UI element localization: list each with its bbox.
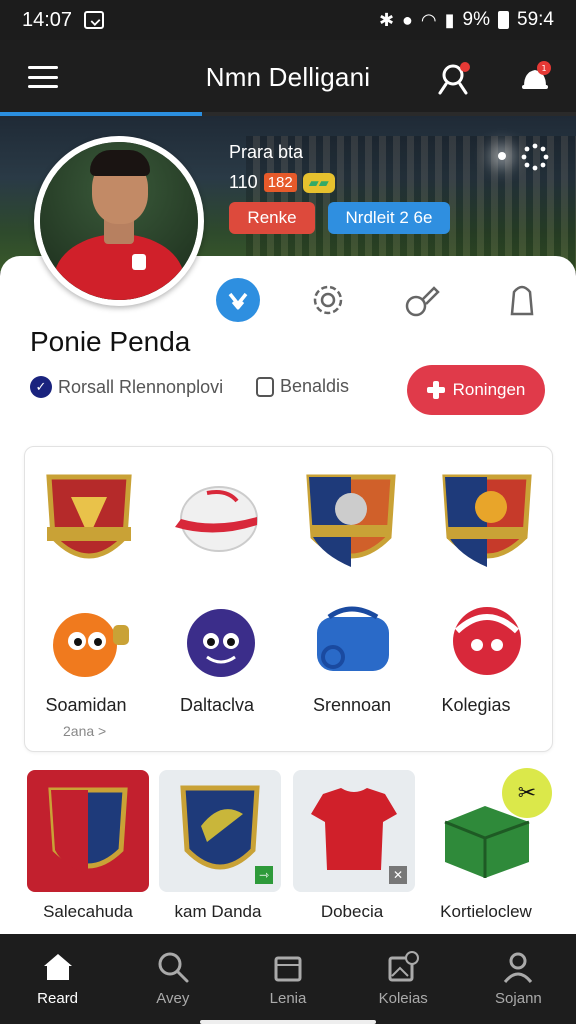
purple-mascot-item[interactable] bbox=[181, 601, 271, 681]
wifi-icon: ◠ bbox=[420, 10, 437, 30]
red-helmet-item[interactable] bbox=[445, 601, 535, 681]
tile-item[interactable]: ✕ bbox=[293, 770, 415, 892]
profile-card: Ponie Penda ✓ Rorsall Rlennonplovi Benal… bbox=[0, 256, 576, 934]
home-indicator bbox=[200, 1020, 376, 1024]
nav-collections[interactable]: Koleias bbox=[346, 934, 461, 1024]
signal-icon: ▮ bbox=[444, 10, 455, 30]
nav-label: Lenia bbox=[269, 990, 307, 1007]
person-icon bbox=[504, 952, 533, 983]
cap-item[interactable] bbox=[167, 469, 263, 577]
hero-stats: 110 182 ▰▰ bbox=[229, 172, 335, 193]
username: Ponie Penda bbox=[30, 326, 191, 357]
status-bar: 14:07 ✱ ● ◠ ▮ 9% 59:4 bbox=[0, 0, 576, 40]
lock-icon bbox=[256, 376, 274, 397]
mascot-badge-item[interactable] bbox=[439, 467, 535, 575]
verified-chip[interactable]: ✓ Rorsall Rlennonplovi bbox=[30, 376, 223, 398]
nav-label: Sojann bbox=[495, 990, 542, 1007]
hero-name: Prara bta bbox=[229, 142, 304, 162]
item-label: Kolegias bbox=[441, 695, 511, 715]
stadium-light bbox=[498, 152, 506, 160]
nav-home[interactable]: Reard bbox=[0, 934, 115, 1024]
rank-icon: ▰▰ bbox=[302, 172, 335, 193]
nav-label: Reard bbox=[37, 990, 79, 1007]
nav-library[interactable]: Lenia bbox=[230, 934, 345, 1024]
shield-download-icon[interactable] bbox=[216, 278, 260, 322]
player-avatar[interactable] bbox=[34, 136, 204, 306]
privacy-label: Benaldis bbox=[280, 376, 350, 396]
notification-icon bbox=[84, 11, 105, 29]
privacy-chip[interactable]: Benaldis bbox=[256, 376, 349, 397]
whistle-icon[interactable] bbox=[400, 278, 444, 322]
bell-icon[interactable]: 1 bbox=[518, 60, 552, 94]
data-saver-icon: ● bbox=[402, 10, 413, 30]
hero-secondary-button[interactable]: Nrdleit 2 6e bbox=[328, 202, 450, 234]
nav-label: Koleias bbox=[378, 990, 428, 1007]
bottom-navigation: Reard Avey Lenia Koleias Sojann bbox=[0, 934, 576, 1024]
svg-text:1: 1 bbox=[541, 64, 546, 73]
bluetooth-icon: ✱ bbox=[378, 10, 395, 30]
item-label: Daltaclva bbox=[179, 695, 255, 715]
hero-stat-value: 110 bbox=[229, 172, 258, 192]
tile-tag-icon: ⇾ bbox=[255, 866, 273, 884]
status-icons: ✱ ● ◠ ▮ 9% 59:4 bbox=[379, 9, 554, 31]
tile-label: Salecahuda bbox=[43, 902, 133, 921]
see-more-link[interactable]: 2ana > bbox=[63, 723, 106, 739]
app-title: Nmn Delligani bbox=[205, 62, 371, 92]
more-options-icon[interactable] bbox=[520, 142, 550, 172]
orange-mascot-item[interactable] bbox=[47, 603, 137, 683]
search-icon[interactable] bbox=[438, 62, 470, 96]
hero-primary-button[interactable]: Renke bbox=[229, 202, 315, 234]
settings-gear-icon[interactable] bbox=[306, 278, 350, 322]
trophy-icon[interactable] bbox=[500, 278, 544, 322]
status-time: 14:07 bbox=[22, 8, 73, 31]
gallery-icon bbox=[388, 951, 420, 982]
tile-item[interactable] bbox=[27, 770, 149, 892]
app-bar: Nmn Delligani 1 bbox=[0, 40, 576, 116]
nav-search[interactable]: Avey bbox=[115, 934, 230, 1024]
tile-item[interactable]: ⇾ bbox=[159, 770, 281, 892]
nav-profile[interactable]: Sojann bbox=[461, 934, 576, 1024]
hero-stat-badge: 182 bbox=[263, 173, 297, 192]
battery-icon bbox=[498, 11, 510, 29]
verified-label: Rorsall Rlennonplovi bbox=[58, 376, 224, 397]
item-label: Soamidan bbox=[45, 695, 127, 715]
tile-label: Dobecia bbox=[320, 902, 384, 921]
crest-tile-icon bbox=[48, 787, 128, 874]
home-icon bbox=[43, 954, 72, 980]
plus-icon bbox=[426, 381, 445, 399]
fab-action-button[interactable]: ✂ bbox=[502, 768, 552, 818]
collection-grid: Soamidan Daltaclva Srennoan Kolegias 2an… bbox=[24, 446, 553, 752]
verified-check-icon: ✓ bbox=[30, 376, 52, 398]
bag-icon bbox=[274, 956, 302, 982]
blue-bag-item[interactable] bbox=[311, 603, 401, 683]
item-label: Srennoan bbox=[312, 695, 392, 715]
search-icon bbox=[158, 952, 189, 983]
tile-label: kam Danda bbox=[174, 902, 262, 921]
tile-tag-icon: ✕ bbox=[389, 866, 407, 884]
status-extra: 59:4 bbox=[517, 9, 554, 30]
club-badge-item[interactable] bbox=[41, 467, 137, 575]
profile-tab-icons bbox=[214, 278, 554, 322]
nav-label: Avey bbox=[156, 990, 190, 1007]
add-button-label: Roningen bbox=[452, 380, 526, 399]
knight-badge-item[interactable] bbox=[303, 467, 399, 575]
add-button[interactable]: Roningen bbox=[407, 365, 545, 415]
tile-label: Kortieloclew bbox=[440, 902, 532, 921]
battery-percent: 9% bbox=[462, 9, 491, 30]
